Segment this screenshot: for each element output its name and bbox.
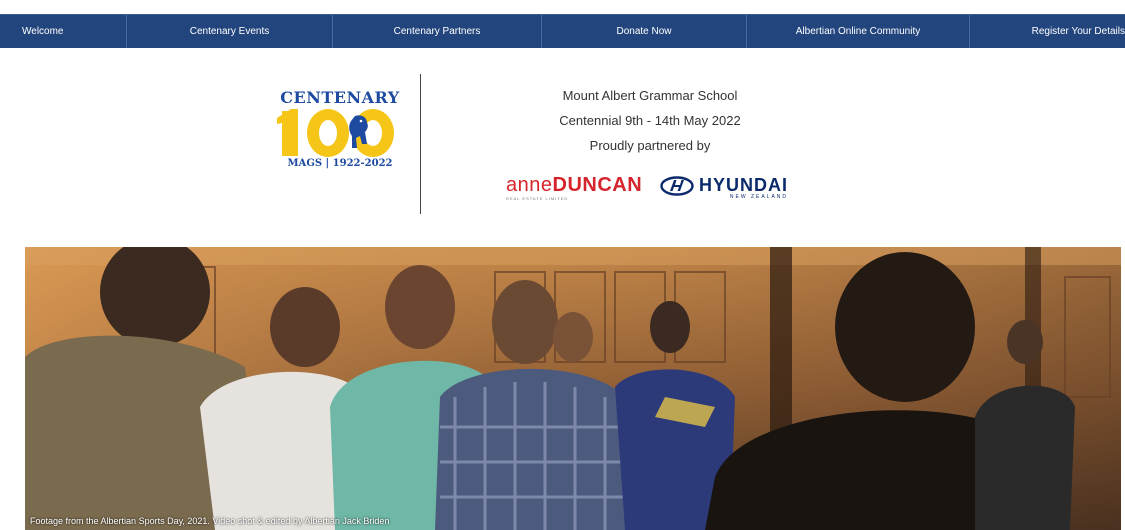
video-frame-graphic bbox=[25, 247, 1121, 530]
top-nav: Welcome Centenary Events Centenary Partn… bbox=[0, 14, 1125, 48]
nav-item-albertian-online-community[interactable]: Albertian Online Community bbox=[747, 15, 970, 48]
school-name: Mount Albert Grammar School bbox=[562, 88, 738, 103]
nav-item-donate-now[interactable]: Donate Now bbox=[542, 15, 747, 48]
nav-item-welcome[interactable]: Welcome bbox=[0, 15, 127, 48]
anne-duncan-last: DUNCAN bbox=[552, 174, 643, 196]
event-dates: Centennial 9th - 14th May 2022 bbox=[559, 113, 741, 128]
partnered-by-label: Proudly partnered by bbox=[589, 138, 711, 153]
centenary-logo[interactable]: CENTENARY MAGS | 1922-2022 bbox=[275, 88, 405, 178]
hero-video[interactable]: Footage from the Albertian Sports Day, 2… bbox=[25, 247, 1121, 530]
anne-duncan-first: anne bbox=[506, 174, 553, 196]
logo-wordmark: CENTENARY bbox=[280, 88, 400, 107]
anne-duncan-logo[interactable]: anneDUNCAN REAL ESTATE LIMITED bbox=[506, 175, 642, 201]
event-info: Mount Albert Grammar School Centennial 9… bbox=[520, 84, 780, 159]
anne-duncan-tagline: REAL ESTATE LIMITED bbox=[506, 196, 569, 201]
nav-item-centenary-events[interactable]: Centenary Events bbox=[127, 15, 333, 48]
video-caption: Footage from the Albertian Sports Day, 2… bbox=[30, 516, 390, 526]
header-divider bbox=[420, 74, 421, 214]
logo-subtitle: MAGS | 1922-2022 bbox=[287, 158, 393, 169]
hyundai-emblem-icon bbox=[660, 176, 694, 196]
logo-100-graphic bbox=[277, 109, 394, 157]
nav-item-centenary-partners[interactable]: Centenary Partners bbox=[333, 15, 542, 48]
hyundai-wordmark: HYUNDAI bbox=[699, 175, 789, 195]
nav-item-register-your-details[interactable]: Register Your Details bbox=[970, 15, 1125, 48]
hyundai-logo[interactable]: HYUNDAI NEW ZEALAND bbox=[660, 176, 788, 200]
